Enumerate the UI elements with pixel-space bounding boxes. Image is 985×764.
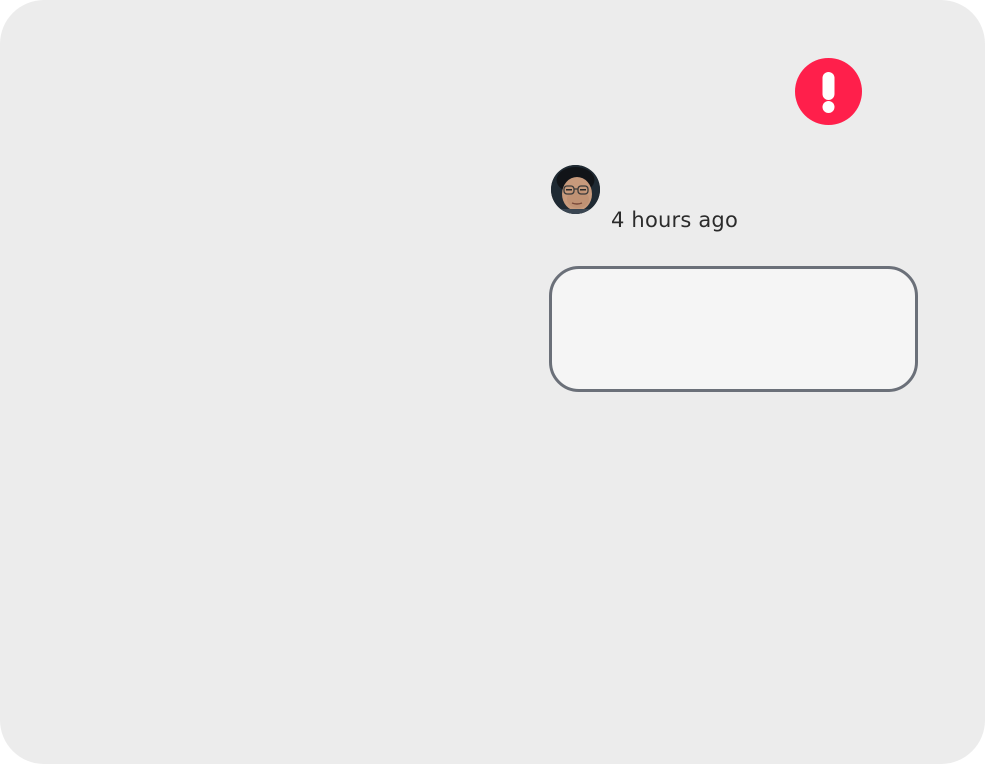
exclamation-bar [822,72,835,100]
exclamation-icon [795,58,862,125]
alert-badge [795,58,862,125]
avatar[interactable] [551,165,600,214]
comment-input[interactable] [549,266,918,392]
avatar-photo [551,165,600,214]
comment-timestamp: 4 hours ago [611,208,739,232]
notification-card: 4 hours ago [0,0,985,764]
exclamation-dot [822,101,835,113]
